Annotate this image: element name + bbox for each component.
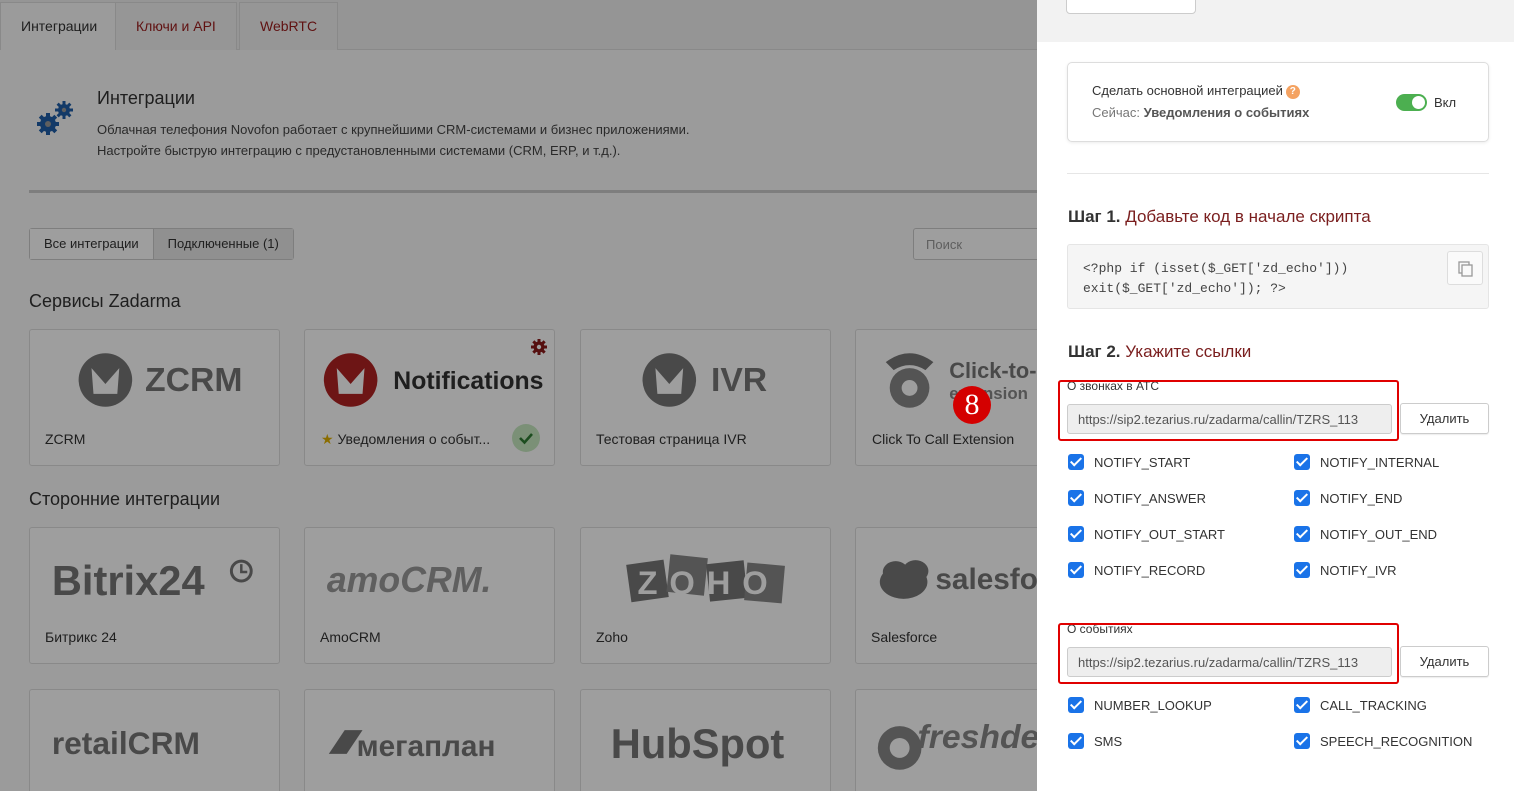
- checkbox-icon: [1068, 697, 1084, 713]
- checkbox-icon: [1068, 733, 1084, 749]
- code-snippet[interactable]: <?php if (isset($_GET['zd_echo'])) exit(…: [1083, 259, 1348, 299]
- toggle-label: Вкл: [1434, 95, 1457, 110]
- checkbox-icon: [1294, 526, 1310, 542]
- checkbox-notify-answer[interactable]: NOTIFY_ANSWER: [1068, 490, 1206, 506]
- checkbox-icon: [1294, 733, 1310, 749]
- step1-title: Шаг 1. Добавьте код в начале скрипта: [1068, 207, 1371, 226]
- checkbox-speech-recognition[interactable]: SPEECH_RECOGNITION: [1294, 733, 1472, 749]
- checkbox-icon: [1068, 526, 1084, 542]
- checkbox-notify-end[interactable]: NOTIFY_END: [1294, 490, 1402, 506]
- copy-icon: [1458, 261, 1473, 277]
- checkbox-icon: [1294, 562, 1310, 578]
- current-integration: Сейчас: Уведомления о событиях: [1092, 105, 1310, 120]
- checkbox-icon: [1068, 490, 1084, 506]
- step2-title: Шаг 2. Укажите ссылки: [1068, 342, 1252, 361]
- code-block: <?php if (isset($_GET['zd_echo'])) exit(…: [1067, 244, 1489, 309]
- checkbox-icon: [1294, 490, 1310, 506]
- checkbox-notify-internal[interactable]: NOTIFY_INTERNAL: [1294, 454, 1439, 470]
- copy-button[interactable]: [1447, 251, 1483, 285]
- highlight-frame: [1058, 623, 1399, 684]
- highlight-frame: [1058, 380, 1399, 441]
- checkbox-notify-out-end[interactable]: NOTIFY_OUT_END: [1294, 526, 1437, 542]
- integration-settings-panel: Сделать основной интеграцией? Сейчас: Ув…: [1037, 0, 1514, 791]
- checkbox-call-tracking[interactable]: CALL_TRACKING: [1294, 697, 1427, 713]
- overlay[interactable]: [0, 0, 1037, 791]
- checkbox-icon: [1294, 697, 1310, 713]
- checkbox-notify-out-start[interactable]: NOTIFY_OUT_START: [1068, 526, 1225, 542]
- checkbox-icon: [1068, 454, 1084, 470]
- main-integration-box: Сделать основной интеграцией? Сейчас: Ув…: [1067, 62, 1489, 142]
- checkbox-notify-ivr[interactable]: NOTIFY_IVR: [1294, 562, 1397, 578]
- checkbox-notify-record[interactable]: NOTIFY_RECORD: [1068, 562, 1205, 578]
- calls-delete-button[interactable]: Удалить: [1400, 403, 1489, 434]
- divider: [1067, 173, 1489, 174]
- checkbox-icon: [1068, 562, 1084, 578]
- checkbox-sms[interactable]: SMS: [1068, 733, 1122, 749]
- panel-header-button[interactable]: [1066, 0, 1196, 14]
- checkbox-number-lookup[interactable]: NUMBER_LOOKUP: [1068, 697, 1212, 713]
- events-delete-button[interactable]: Удалить: [1400, 646, 1489, 677]
- checkbox-icon: [1294, 454, 1310, 470]
- panel-header: [1037, 0, 1514, 42]
- step-badge: 8: [953, 386, 991, 424]
- main-integration-toggle[interactable]: [1396, 94, 1427, 111]
- main-integration-label: Сделать основной интеграцией?: [1092, 83, 1300, 99]
- help-icon[interactable]: ?: [1285, 85, 1300, 99]
- checkbox-notify-start[interactable]: NOTIFY_START: [1068, 454, 1190, 470]
